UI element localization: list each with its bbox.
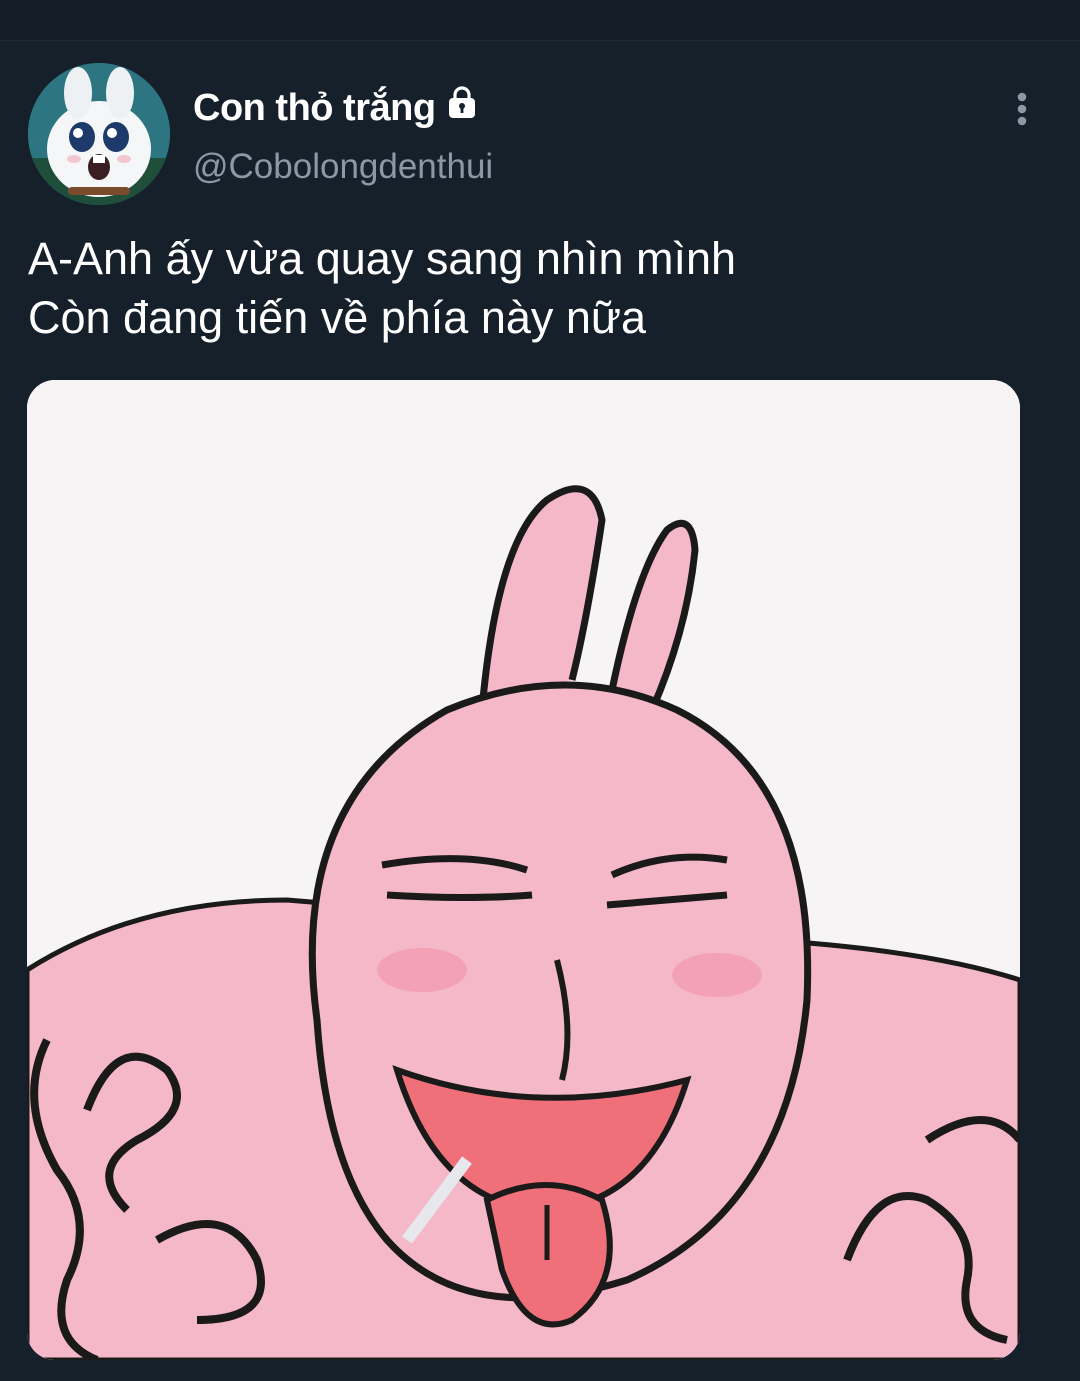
more-options-button[interactable] [1000,85,1044,129]
tweet-text-line-2: Còn đang tiến về phía này nữa [28,292,647,343]
author-avatar[interactable] [28,63,170,205]
tweet-text-line-1: A-Anh ấy vừa quay sang nhìn mình [28,233,737,284]
white-rabbit-avatar-icon [28,63,170,205]
tweet-card[interactable]: Con thỏ trắng @Cobolongdenthui A-Anh ấy … [0,41,1080,1381]
author-display-name[interactable]: Con thỏ trắng [193,87,436,130]
author-handle[interactable]: @Cobolongdenthui [193,147,493,187]
lock-icon [448,86,475,118]
top-status-strip [0,0,1080,41]
tweet-media-image[interactable] [27,380,1020,1360]
more-vertical-icon [1017,92,1027,126]
pink-rabbit-cartoon-image [27,380,1020,1360]
author-name-row: Con thỏ trắng [193,83,480,133]
tweet-text: A-Anh ấy vừa quay sang nhìn mình Còn đan… [28,229,1048,347]
